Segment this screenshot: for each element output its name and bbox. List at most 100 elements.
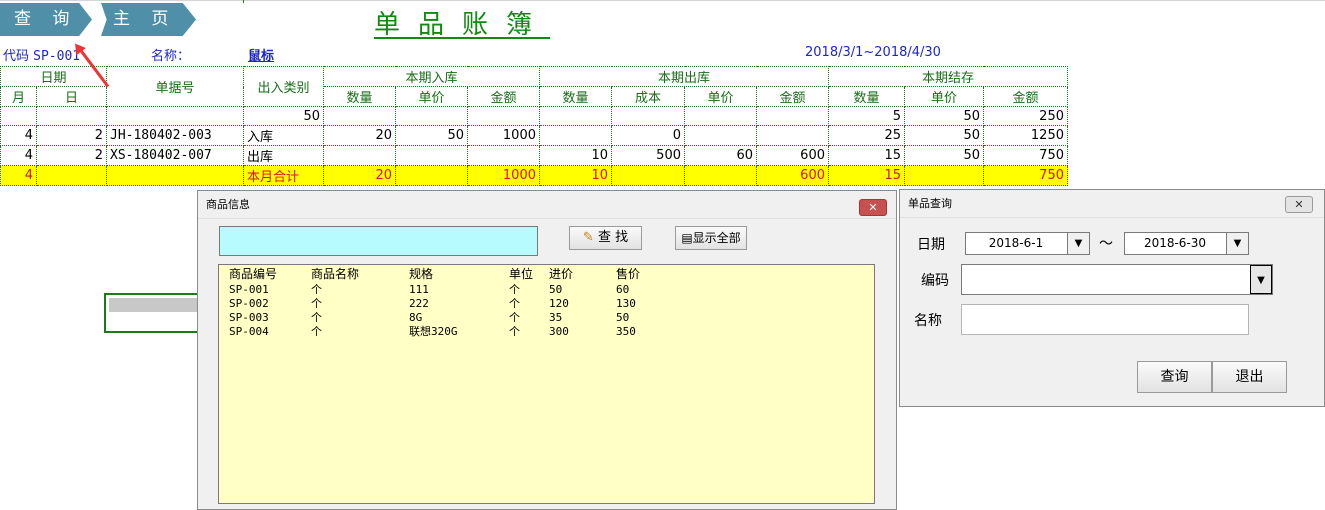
table-row: 4 2 XS-180402-007 出库 10 500 60 600 15 50…: [0, 145, 1068, 166]
name-input[interactable]: [961, 304, 1249, 335]
cell: 50: [904, 125, 984, 146]
cell: 联想320G: [409, 325, 458, 338]
cell: 50: [616, 311, 630, 324]
column-header: 规格: [409, 267, 434, 281]
find-label: 查 找: [597, 230, 629, 245]
home-nav-button[interactable]: 主 页: [101, 3, 196, 36]
dialog-title: 商品信息: [198, 191, 896, 219]
cell: 10: [539, 165, 612, 186]
query-nav-button[interactable]: 查 询: [0, 3, 92, 36]
cell: 50: [904, 106, 984, 126]
date-to-value: 2018-6-30: [1143, 236, 1207, 250]
find-button[interactable]: ✎ 查 找: [569, 226, 642, 250]
cell: 25: [828, 125, 905, 146]
close-icon[interactable]: ✕: [1285, 196, 1313, 213]
header-out: 本期出库: [539, 66, 829, 87]
header-date: 日期: [0, 66, 107, 87]
cell: [395, 145, 468, 166]
header-in-amount: 金额: [467, 86, 540, 107]
close-icon[interactable]: ✕: [859, 199, 887, 216]
exit-button[interactable]: 退出: [1212, 361, 1287, 393]
ledger-table: 日期 单据号 出入类别 本期入库 本期出库 本期结存 月 日 数量 单价 金额 …: [0, 66, 1068, 186]
table-row: 4 2 JH-180402-003 入库 20 50 1000 0 25 50 …: [0, 125, 1068, 146]
cell: 600: [756, 145, 829, 166]
header-out-cost: 成本: [611, 86, 685, 107]
chevron-down-icon[interactable]: ▼: [1226, 233, 1248, 254]
cell: SP-003: [229, 311, 269, 324]
search-icon: ✎: [582, 230, 594, 245]
code-combo[interactable]: ▼: [961, 264, 1273, 295]
code-label: 编码: [921, 273, 949, 289]
header-bal-price: 单价: [904, 86, 984, 107]
tilde-separator: ～: [1099, 236, 1113, 252]
cell: 个: [509, 325, 520, 338]
cell: 750: [983, 145, 1068, 166]
column-header: 进价: [549, 267, 574, 281]
cell: 2: [36, 125, 107, 146]
table-row: 50 5 50 250: [0, 106, 1068, 126]
product-list[interactable]: 商品编号 商品名称 规格 单位 进价 售价 SP-001 个 111 个 50 …: [218, 264, 875, 504]
show-all-button[interactable]: ▤显示全部: [675, 226, 747, 250]
cell: [684, 125, 757, 146]
date-range: 2018/3/1~2018/4/30: [805, 45, 941, 60]
cell: SP-004: [229, 325, 269, 338]
list-item[interactable]: SP-003 个 8G 个 35 50: [229, 311, 869, 325]
cell: [539, 125, 612, 146]
page-title: 单品账簿: [374, 10, 551, 40]
show-all-label: 显示全部: [692, 231, 741, 245]
list-item[interactable]: SP-002 个 222 个 120 130: [229, 297, 869, 311]
cell: 50: [395, 125, 468, 146]
total-label: 本月合计: [243, 165, 324, 186]
list-item[interactable]: SP-004 个 联想320G 个 300 350: [229, 325, 869, 339]
cell: 250: [983, 106, 1068, 126]
cell: 15: [828, 145, 905, 166]
cell: 2: [36, 145, 107, 166]
cell: 1250: [983, 125, 1068, 146]
list-item[interactable]: SP-001 个 111 个 50 60: [229, 283, 869, 297]
date-from-combo[interactable]: 2018-6-1 ▼: [965, 232, 1090, 255]
name-value: 鼠标: [248, 49, 275, 64]
cell: 个: [311, 283, 322, 296]
date-label: 日期: [917, 237, 945, 253]
chevron-down-icon[interactable]: ▼: [1250, 265, 1272, 294]
header-out-qty: 数量: [539, 86, 612, 107]
header-out-price: 单价: [684, 86, 757, 107]
cell: 个: [311, 325, 322, 338]
name-label: 名称：: [151, 49, 191, 64]
grid-line: [0, 0, 1325, 1]
item-query-dialog: 单品查询 ✕ 日期 2018-6-1 ▼ ～ 2018-6-30 ▼ 编码 ▼ …: [899, 189, 1325, 407]
cell: 10: [539, 145, 612, 166]
cell: 60: [684, 145, 757, 166]
header-in: 本期入库: [323, 66, 540, 87]
dialog-title: 单品查询: [900, 190, 1324, 218]
cell: SP-001: [229, 283, 269, 296]
cell: 个: [311, 297, 322, 310]
header-type: 出入类别: [243, 66, 324, 107]
query-button[interactable]: 查询: [1137, 361, 1212, 393]
cell: 个: [509, 311, 520, 324]
opening-cell: 50: [243, 106, 324, 126]
chevron-down-icon[interactable]: ▼: [1067, 233, 1089, 254]
cell: JH-180402-003: [106, 125, 244, 146]
search-input[interactable]: [219, 226, 538, 256]
document-icon: ▤: [681, 231, 693, 245]
header-out-amount: 金额: [756, 86, 829, 107]
header-bal-amount: 金额: [983, 86, 1068, 107]
header-bal: 本期结存: [828, 66, 1068, 87]
cell: 5: [828, 106, 905, 126]
cell: 20: [323, 165, 396, 186]
cell: 15: [828, 165, 905, 186]
cell: SP-002: [229, 297, 269, 310]
total-row: 4 本月合计 20 1000 10 600 15 750: [0, 165, 1068, 186]
selected-cell[interactable]: [104, 293, 199, 333]
cell: 500: [611, 145, 685, 166]
date-to-combo[interactable]: 2018-6-30 ▼: [1124, 232, 1249, 255]
cell: [467, 145, 540, 166]
cell: 1000: [467, 165, 540, 186]
header-in-qty: 数量: [323, 86, 396, 107]
cell: 111: [409, 283, 429, 296]
cell: 350: [616, 325, 636, 338]
cell: 750: [983, 165, 1068, 186]
column-header: 商品编号: [229, 267, 278, 281]
header-day: 日: [36, 86, 107, 107]
